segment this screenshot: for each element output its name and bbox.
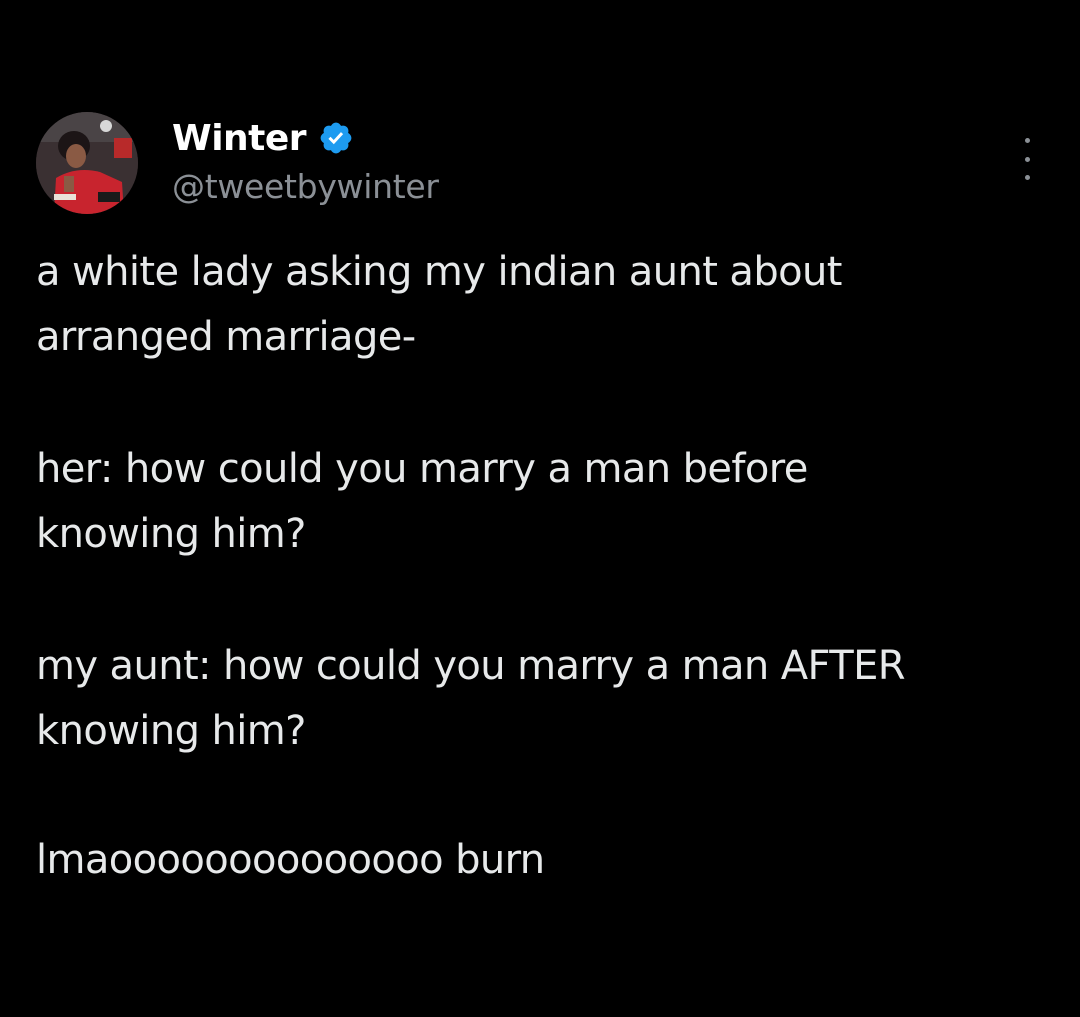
tweet-line: knowing him?: [36, 511, 306, 557]
more-dot: [1024, 138, 1030, 143]
tweet-paragraph-2: her: how could you marry a man before kn…: [36, 437, 1056, 567]
avatar[interactable]: [36, 112, 138, 214]
more-dot: [1024, 156, 1030, 162]
verified-badge-icon: [318, 120, 354, 156]
tweet-paragraph-3: my aunt: how could you marry a man AFTER…: [36, 634, 1056, 764]
more-options-icon[interactable]: [1012, 134, 1042, 184]
display-name[interactable]: Winter: [172, 118, 307, 159]
tweet-line: knowing him?: [36, 708, 306, 754]
tweet-line: her: how could you marry a man before: [36, 446, 808, 492]
handle[interactable]: @tweetbywinter: [172, 167, 439, 206]
tweet-line: arranged marriage-: [36, 314, 416, 360]
tweet-line: lmaoooooooooooooo burn: [36, 837, 545, 883]
profile-photo-icon: [36, 112, 138, 214]
tweet-line: my aunt: how could you marry a man AFTER: [36, 643, 906, 689]
author-block: Winter @tweetbywinter: [172, 114, 439, 207]
tweet-paragraph-4: lmaoooooooooooooo burn: [36, 828, 1056, 893]
tweet: Winter @tweetbywinter a white lady askin…: [0, 0, 1080, 1017]
tweet-paragraph-1: a white lady asking my indian aunt about…: [36, 240, 1056, 370]
name-row: Winter: [172, 114, 439, 162]
tweet-line: a white lady asking my indian aunt about: [36, 249, 842, 295]
more-dot: [1024, 175, 1030, 180]
